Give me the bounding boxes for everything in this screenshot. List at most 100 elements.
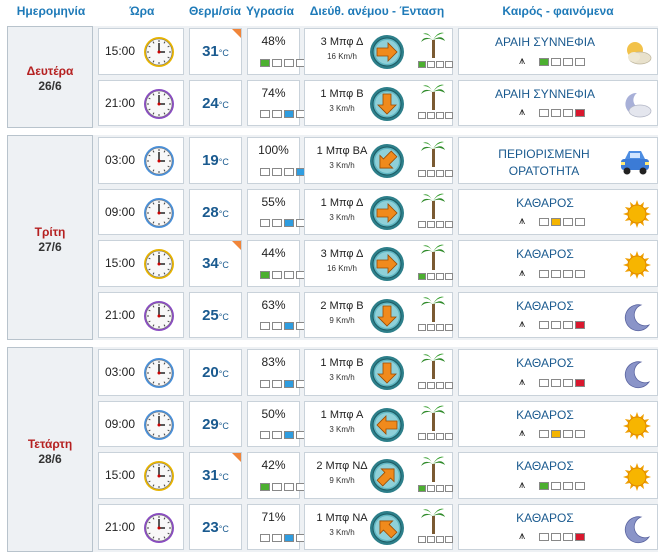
temp-unit: °C [218,260,229,271]
weather-cell: ΑΡΑΙΗ ΣΥΝΝΕΦΙΑ ⩚ [458,28,658,75]
humidity-level-bar [260,379,306,388]
forecast-row: 09:00 29°C 50% 1 Μπφ Α 3 Km/h ΚΑΘΑΡΟΣ ⩚ [0,400,667,448]
level-square [260,219,270,227]
level-square [284,482,294,491]
level-square [575,57,585,66]
wind-cell: 1 Μπφ Δ 3 Km/h [304,188,453,235]
wind-cell: 3 Μπφ Δ 16 Km/h [304,28,453,75]
forecast-row: 21:00 25°C 63% 2 Μπφ Β 9 Km/h ΚΑΘΑΡΟΣ ⩚ [0,291,667,338]
level-square [575,321,585,329]
time-text: 09:00 [105,416,136,431]
clock-icon [143,357,175,394]
temp-value: 31°C [190,467,241,484]
wind-direction [369,458,405,499]
moon-cloud-icon [621,89,653,126]
clock-icon [143,409,175,446]
level-square [539,269,549,278]
temp-number: 34 [202,255,219,273]
moon-icon [624,303,651,331]
clock-icon [143,300,175,337]
sun-icon [621,461,653,498]
hot-corner-flag [232,453,241,462]
level-square [436,60,444,68]
level-square [575,109,585,117]
time-cell: 03:00 [98,137,184,184]
moon-icon [624,515,651,543]
temp-value: 23°C [190,519,241,536]
weather-cell: ΚΑΘΑΡΟΣ ⩚ [458,400,658,447]
level-square [418,433,426,440]
humidity-level-bar [260,58,306,67]
palm-tree [420,455,446,488]
time-cell: 09:00 [98,188,184,235]
mosquito-icon: ⩚ [519,318,526,330]
clock-icon [144,249,174,279]
clock-icon [143,197,175,234]
level-square [563,430,573,438]
clock-icon [143,248,175,285]
level-square [539,481,549,490]
level-square [427,381,435,389]
humidity-value: 100% [258,143,289,157]
level-square [436,433,444,440]
temp-number: 28 [202,203,219,221]
wind-cell: 2 Μπφ Β 9 Km/h [304,291,453,338]
level-square [284,270,294,279]
level-square [551,218,561,226]
mosquito-level-bar [539,218,585,226]
temp-unit: °C [218,472,229,483]
wind-direction [369,355,405,396]
wind-speed: 16 Km/h [327,264,357,273]
header-wind: Διεύθ. ανέμου - Ένταση [309,4,445,18]
wind-direction [369,143,405,184]
temp-number: 25 [202,306,219,324]
level-square [551,57,561,66]
level-square [563,378,573,387]
level-square [418,112,426,119]
palm-tree-icon [421,32,445,58]
temp-cell: 28°C [189,188,242,235]
level-square [272,219,282,227]
wind-cell: 1 Μπφ Β 3 Km/h [304,349,453,396]
level-square [272,167,282,176]
palm-tree-icon [421,405,445,431]
humidity-value: 50% [261,406,286,421]
temp-cell: 24°C [189,79,242,126]
level-square [539,57,549,66]
level-square [575,481,585,490]
level-square [436,272,444,280]
humidity-cell: 83% [247,349,306,396]
temp-cell: 29°C [189,400,242,447]
weather-cell: ΠΕΡΙΟΡΙΣΜΕΝΗ ΟΡΑΤΟΤΗΤΑ [458,137,658,184]
mosquito-level-bar [539,269,585,278]
weather-cell: ΚΑΘΑΡΟΣ ⩚ [458,349,658,396]
temp-cell: 31°C [189,28,242,75]
level-square [284,167,294,176]
palm-tree [420,140,446,173]
level-square [418,324,426,331]
mosquito-level-bar [539,533,585,541]
humidity-level-bar [260,322,306,330]
sun-icon [621,410,653,447]
level-square [445,381,453,389]
forecast-row: 03:00 19°C 100% 1 Μπφ ΒΑ 3 Km/h ΠΕΡΙΟΡΙΣΜΕΝΗ … [0,137,667,184]
wind-speed: 3 Km/h [329,161,355,170]
level-square [427,221,435,228]
humidity-cell: 63% [247,291,306,338]
level-square [539,430,549,438]
level-square [272,322,282,330]
level-square [551,109,561,117]
wind-direction [369,407,405,448]
mosquito-level-bar [539,57,585,66]
level-square [418,536,426,543]
wind-speed: 3 Km/h [329,373,355,382]
weather-condition: ΚΑΘΑΡΟΣ [516,407,574,422]
level-square [272,534,282,542]
wind-force: 1 Μπφ Β [320,87,364,100]
level-square [260,58,270,67]
humidity-cell: 100% [247,137,306,184]
humidity-level-bar [260,482,306,491]
time-cell: 15:00 [98,452,184,499]
level-square [260,167,270,176]
humidity-level-bar [260,167,306,176]
